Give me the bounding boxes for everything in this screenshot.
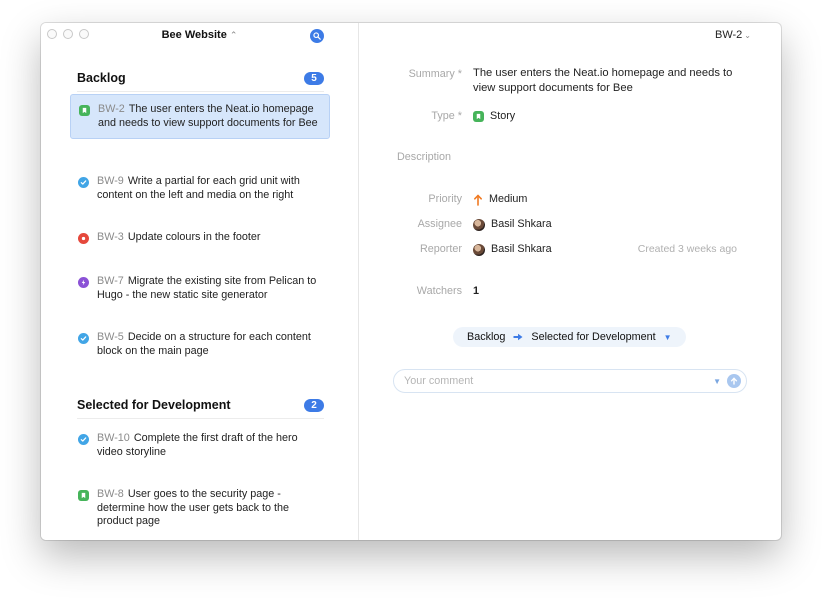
issue-key: BW-5: [97, 331, 124, 343]
count-badge: 2: [304, 398, 324, 412]
issue-detail-pane: BW-2 ⌄ Summary * The user enters the Neat…: [359, 23, 781, 540]
updown-chevron-icon: ⌃: [229, 30, 238, 40]
chevron-down-icon[interactable]: ▼: [713, 377, 721, 386]
status-to: Selected for Development: [531, 331, 656, 343]
issue-summary: User goes to the security page - determi…: [97, 488, 290, 527]
type-label: Type *: [431, 110, 462, 122]
arrow-right-icon: [513, 333, 523, 341]
comment-box: ▼: [393, 369, 747, 393]
assignee-value: Basil Shkara: [491, 218, 552, 230]
arrow-up-icon: [474, 194, 482, 206]
description-label[interactable]: Description: [397, 151, 500, 163]
status-from: Backlog: [467, 331, 506, 343]
issue-row-bw-5[interactable]: BW-5 Decide on a structure for each conte…: [70, 323, 330, 366]
issue-key-switcher[interactable]: BW-2 ⌄: [715, 29, 751, 41]
count-badge: 5: [304, 71, 324, 85]
project-title: Bee Website: [161, 29, 227, 41]
summary-field[interactable]: The user enters the Neat.io homepage and…: [473, 66, 743, 96]
issue-summary: Migrate the existing site from Pelican t…: [97, 275, 317, 301]
story-icon: [473, 111, 484, 122]
issue-key-label: BW-2: [714, 29, 743, 41]
issue-key: BW-7: [97, 275, 124, 287]
issue-list-pane: Bee Website ⌃ Backlog 5 BW-2 The user ente…: [41, 23, 359, 540]
reporter-label: Reporter: [419, 243, 462, 255]
watchers-count[interactable]: 1: [473, 284, 479, 299]
issue-summary: The user enters the Neat.io homepage and…: [98, 103, 318, 129]
priority-value: Medium: [489, 193, 528, 205]
avatar: [473, 218, 485, 231]
chevron-down-icon: ⌄: [744, 31, 751, 40]
check-icon: [78, 177, 89, 188]
section-header-selected-for-development: Selected for Development 2: [77, 398, 324, 419]
issue-row-bw-7[interactable]: BW-7 Migrate the existing site from Pelic…: [70, 267, 330, 310]
send-arrow-icon: [730, 377, 738, 385]
bug-dot-icon: [78, 233, 89, 244]
issue-key: BW-9: [97, 175, 124, 187]
issue-row-bw-3[interactable]: BW-3 Update colours in the footer: [70, 223, 330, 253]
priority-field[interactable]: Medium: [473, 192, 527, 207]
type-value: Story: [490, 110, 516, 122]
issue-summary: Update colours in the footer: [127, 231, 261, 243]
watchers-label: Watchers: [416, 285, 462, 297]
issue-summary: Decide on a structure for each content b…: [97, 331, 311, 357]
status-transition[interactable]: Backlog Selected for Development ▼: [453, 327, 686, 347]
titlebar: Bee Website ⌃: [41, 23, 358, 49]
search-icon: [313, 32, 321, 40]
chevron-down-icon: ▼: [663, 332, 672, 342]
section-title: Backlog: [77, 71, 126, 85]
story-icon: [78, 490, 89, 501]
priority-label: Priority: [428, 193, 462, 205]
section-header-backlog: Backlog 5: [77, 71, 324, 92]
issue-key: BW-2: [98, 103, 125, 115]
assignee-label: Assignee: [417, 218, 462, 230]
send-comment-button[interactable]: [727, 374, 741, 388]
created-timestamp: Created 3 weeks ago: [637, 243, 737, 255]
section-title: Selected for Development: [77, 398, 231, 412]
summary-label: Summary *: [408, 68, 462, 80]
issue-row-bw-8[interactable]: BW-8 User goes to the security page - det…: [70, 480, 330, 537]
issue-row-bw-2[interactable]: BW-2 The user enters the Neat.io homepage…: [70, 94, 330, 139]
lightning-icon: [78, 277, 89, 288]
reporter-field[interactable]: Basil Shkara: [473, 242, 552, 257]
check-icon: [78, 434, 89, 445]
type-field[interactable]: Story: [473, 109, 515, 124]
avatar: [473, 243, 485, 256]
issue-row-bw-10[interactable]: BW-10 Complete the first draft of the her…: [70, 424, 330, 467]
story-icon: [79, 105, 90, 116]
issue-key: BW-8: [97, 488, 124, 500]
reporter-value: Basil Shkara: [491, 243, 552, 255]
issue-summary: Write a partial for each grid unit with …: [97, 175, 300, 201]
issue-row-bw-9[interactable]: BW-9 Write a partial for each grid unit w…: [70, 167, 330, 210]
comment-input[interactable]: [404, 375, 714, 387]
issue-key: BW-3: [97, 231, 124, 243]
app-window: Bee Website ⌃ Backlog 5 BW-2 The user ente…: [41, 23, 781, 540]
check-icon: [78, 333, 89, 344]
issue-key: BW-10: [97, 432, 130, 444]
search-button[interactable]: [310, 29, 324, 43]
assignee-field[interactable]: Basil Shkara: [473, 217, 552, 232]
